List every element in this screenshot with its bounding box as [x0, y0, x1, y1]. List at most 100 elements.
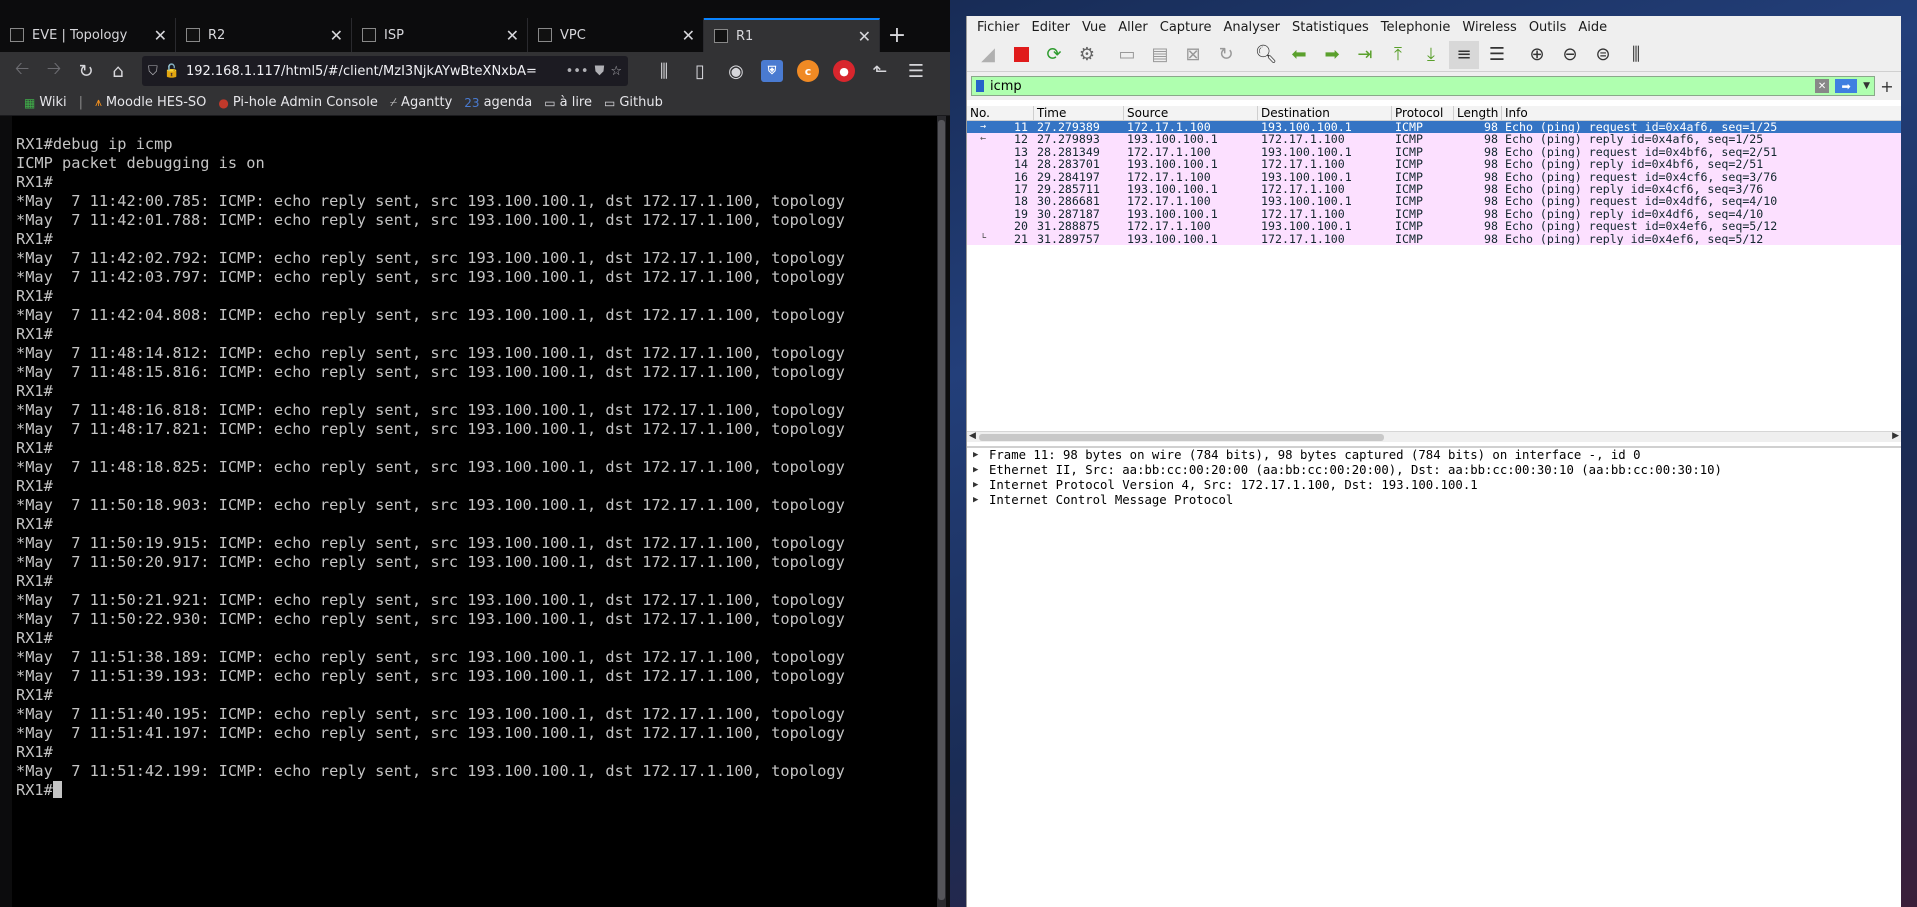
scroll-left-icon[interactable]: ◀ — [969, 431, 976, 441]
menu-hamburger-icon[interactable]: ☰ — [900, 57, 932, 85]
column-header-info[interactable]: Info — [1502, 106, 1901, 120]
browser-tab[interactable]: EVE | Topology ✕ — [0, 18, 176, 52]
browser-tab[interactable]: R1 ✕ — [704, 18, 880, 52]
bookmark-pi-hole-admin-console[interactable]: ● Pi-hole Admin Console — [218, 95, 377, 110]
bookmark-moodle-hes-so[interactable]: ⩚ Moodle HES-SO — [95, 95, 206, 110]
column-header-no[interactable]: No. — [967, 106, 1034, 120]
packet-detail-item[interactable]: ▶ Ethernet II, Src: aa:bb:cc:00:20:00 (aa… — [967, 463, 1901, 478]
column-header-length[interactable]: Length — [1454, 106, 1502, 120]
shield-icon[interactable]: ⛉ — [148, 64, 158, 79]
scrollbar-thumb[interactable] — [979, 434, 1384, 441]
go-back-icon[interactable]: ⬅ — [1284, 41, 1314, 69]
menu-aide[interactable]: Aide — [1572, 20, 1613, 35]
page-actions-icon[interactable]: ••• — [566, 64, 589, 79]
save-file-icon[interactable]: ▤ — [1145, 41, 1175, 69]
column-header-source[interactable]: Source — [1124, 106, 1258, 120]
apply-filter-icon[interactable]: ➡ — [1835, 79, 1858, 93]
autoscroll-icon[interactable]: ≡ — [1449, 40, 1479, 69]
close-tab-icon[interactable]: ✕ — [506, 26, 519, 45]
library-icon[interactable]: ⫼ — [648, 57, 680, 85]
go-forward-icon[interactable]: ➡ — [1317, 41, 1347, 69]
packet-row[interactable]: └ 21 31.289757 193.100.100.1 172.17.1.100 ICM… — [967, 232, 1901, 245]
bookmark-star-icon[interactable]: ☆ — [610, 64, 622, 79]
packet-row[interactable]: 13 28.281349 172.17.1.100 193.100.100.1 ICMP… — [967, 145, 1901, 159]
first-packet-icon[interactable]: ⤒ — [1383, 41, 1413, 69]
close-tab-icon[interactable]: ✕ — [682, 26, 695, 45]
menu-vue[interactable]: Vue — [1076, 20, 1112, 35]
zoom-normal-icon[interactable]: ⊜ — [1588, 41, 1618, 69]
filter-text[interactable]: icmp — [990, 79, 1809, 94]
go-to-packet-icon[interactable]: ⇥ — [1350, 41, 1380, 69]
url-text[interactable]: 192.168.1.117/html5/#/client/MzI3NjkAYwB… — [186, 64, 560, 79]
browser-tab[interactable]: R2 ✕ — [176, 18, 352, 52]
menu-fichier[interactable]: Fichier — [971, 20, 1026, 35]
resize-columns-icon[interactable]: ⫼ — [1621, 41, 1651, 69]
display-filter-input[interactable]: icmp ✕ ➡ ▼ — [971, 76, 1875, 96]
account-icon[interactable]: ◉ — [720, 57, 752, 85]
reload-icon[interactable]: ↻ — [70, 57, 102, 85]
terminal-scrollbar[interactable] — [937, 116, 946, 907]
expand-triangle-icon[interactable]: ▶ — [973, 463, 981, 478]
menu-wireless[interactable]: Wireless — [1456, 20, 1522, 35]
packet-row[interactable]: 20 31.288875 172.17.1.100 193.100.100.1 ICMP… — [967, 220, 1901, 233]
expand-triangle-icon[interactable]: ▶ — [973, 478, 981, 493]
scrollbar-thumb[interactable] — [938, 120, 945, 900]
capture-options-icon[interactable]: ⚙ — [1072, 41, 1102, 69]
packet-list-scrollbar[interactable]: ◀ ▶ — [967, 431, 1901, 442]
stop-capture-icon[interactable] — [1006, 41, 1036, 69]
expand-triangle-icon[interactable]: ▶ — [973, 448, 981, 463]
address-bar[interactable]: ⛉ 🔓 192.168.1.117/html5/#/client/MzI3Njk… — [142, 56, 628, 86]
menu-editer[interactable]: Editer — [1026, 20, 1077, 35]
menu-analyser[interactable]: Analyser — [1217, 20, 1286, 35]
extension-shield-icon[interactable]: ⛨ — [756, 57, 788, 85]
packet-row[interactable]: 14 28.283701 193.100.100.1 172.17.1.100 ICMP… — [967, 158, 1901, 171]
menu-statistiques[interactable]: Statistiques — [1286, 20, 1375, 35]
pocket-icon[interactable]: ⛊ — [595, 64, 605, 79]
menu-telephonie[interactable]: Telephonie — [1375, 20, 1457, 35]
packet-row[interactable]: 19 30.287187 193.100.100.1 172.17.1.100 ICMP… — [967, 207, 1901, 221]
bookmark-github[interactable]: ▭ Github — [604, 95, 663, 110]
filter-bookmark-icon[interactable] — [976, 80, 984, 92]
packet-row[interactable]: 18 30.286681 172.17.1.100 193.100.100.1 ICMP… — [967, 195, 1901, 208]
terminal-prompt-line[interactable]: RX1# — [16, 781, 946, 800]
menu-capture[interactable]: Capture — [1154, 20, 1218, 35]
filter-history-dropdown-icon[interactable]: ▼ — [1863, 81, 1870, 91]
packet-detail-item[interactable]: ▶ Frame 11: 98 bytes on wire (784 bits), … — [967, 448, 1901, 463]
zoom-out-icon[interactable]: ⊖ — [1555, 41, 1585, 69]
bookmark-agantty[interactable]: ⌿ Agantty — [390, 95, 452, 110]
back-icon[interactable]: 🡠 — [6, 57, 38, 85]
restart-capture-icon[interactable]: ⟳ — [1039, 41, 1069, 69]
add-filter-button[interactable]: + — [1879, 77, 1895, 96]
bookmark-agenda[interactable]: 23 agenda — [464, 95, 532, 110]
terminal-console[interactable]: RX1#debug ip icmp ICMP packet debugging i… — [12, 116, 946, 907]
packet-row[interactable]: 16 29.284197 172.17.1.100 193.100.100.1 ICMP… — [967, 170, 1901, 183]
browser-tab[interactable]: ISP ✕ — [352, 18, 528, 52]
packet-row[interactable]: 17 29.285711 193.100.100.1 172.17.1.100 ICMP… — [967, 182, 1901, 196]
extension-red-icon[interactable]: ● — [828, 57, 860, 85]
colorize-icon[interactable]: ☰ — [1482, 41, 1512, 69]
column-header-time[interactable]: Time — [1034, 106, 1124, 120]
menu-outils[interactable]: Outils — [1523, 20, 1573, 35]
close-tab-icon[interactable]: ✕ — [858, 27, 871, 46]
insecure-lock-icon[interactable]: 🔓 — [164, 64, 180, 79]
start-capture-icon[interactable]: ◢ — [973, 41, 1003, 69]
forward-icon[interactable]: 🡢 — [38, 57, 70, 85]
find-packet-icon[interactable]: 🔍︎ — [1251, 41, 1281, 69]
home-icon[interactable]: ⌂ — [102, 57, 134, 85]
close-tab-icon[interactable]: ✕ — [154, 26, 167, 45]
zoom-in-icon[interactable]: ⊕ — [1522, 41, 1552, 69]
column-header-protocol[interactable]: Protocol — [1392, 106, 1454, 120]
packet-detail-item[interactable]: ▶ Internet Control Message Protocol — [967, 493, 1901, 508]
open-file-icon[interactable]: ▭ — [1112, 41, 1142, 69]
reload-file-icon[interactable]: ↻ — [1211, 41, 1241, 69]
browser-tab[interactable]: VPC ✕ — [528, 18, 704, 52]
last-packet-icon[interactable]: ⤓ — [1416, 41, 1446, 69]
close-file-icon[interactable]: ⊠ — [1178, 41, 1208, 69]
sidebar-icon[interactable]: ▯ — [684, 57, 716, 85]
new-tab-button[interactable]: + — [880, 18, 914, 52]
packet-row[interactable]: ← 12 27.279893 193.100.100.1 172.17.1.100 ICM… — [967, 133, 1901, 146]
bookmark-wiki[interactable]: ▦ Wiki — [24, 95, 67, 110]
packet-detail-item[interactable]: ▶ Internet Protocol Version 4, Src: 172.1… — [967, 478, 1901, 493]
expand-triangle-icon[interactable]: ▶ — [973, 493, 981, 508]
clear-filter-icon[interactable]: ✕ — [1815, 79, 1830, 93]
